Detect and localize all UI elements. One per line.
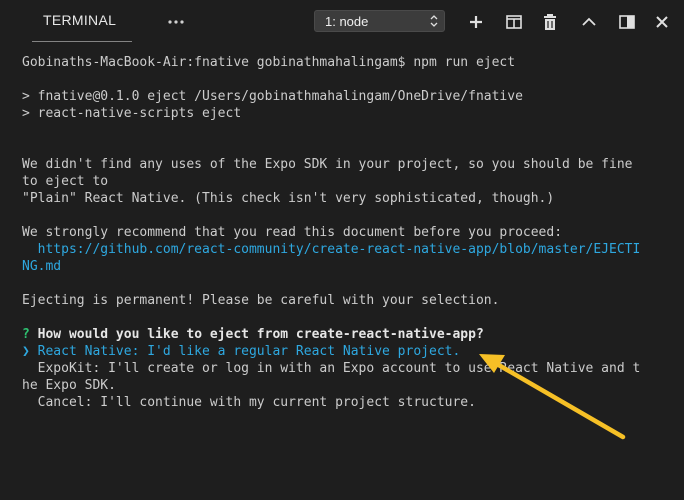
output-line: "Plain" React Native. (This check isn't … bbox=[22, 191, 555, 206]
add-icon[interactable] bbox=[467, 12, 485, 32]
tab-terminal[interactable]: TERMINAL bbox=[43, 12, 116, 28]
output-line: We didn't find any uses of the Expo SDK … bbox=[22, 157, 633, 172]
warning-line: Ejecting is permanent! Please be careful… bbox=[22, 293, 500, 308]
split-icon[interactable] bbox=[505, 12, 523, 32]
prompt-question: ? How would you like to eject from creat… bbox=[22, 326, 672, 343]
maximize-icon[interactable] bbox=[618, 12, 636, 32]
active-tab-indicator bbox=[32, 41, 132, 42]
command-line: Gobinaths-MacBook-Air:fnative gobinathma… bbox=[22, 55, 516, 70]
trash-icon[interactable] bbox=[541, 12, 559, 32]
terminal-select[interactable]: 1: node bbox=[314, 10, 445, 32]
terminal-output[interactable]: Gobinaths-MacBook-Air:fnative gobinathma… bbox=[22, 54, 672, 411]
chevron-up-icon[interactable] bbox=[580, 12, 598, 32]
output-line: to eject to bbox=[22, 174, 109, 189]
more-icon[interactable] bbox=[166, 14, 186, 30]
option-expokit-continued[interactable]: he Expo SDK. bbox=[22, 377, 672, 394]
terminal-select-value: 1: node bbox=[325, 14, 369, 29]
option-expokit[interactable]: ExpoKit: I'll create or log in with an E… bbox=[22, 360, 672, 377]
ejecting-doc-link-continued[interactable]: NG.md bbox=[22, 258, 672, 275]
panel-header: TERMINAL 1: node bbox=[0, 0, 684, 44]
output-line: > fnative@0.1.0 eject /Users/gobinathmah… bbox=[22, 89, 523, 104]
option-cancel[interactable]: Cancel: I'll continue with my current pr… bbox=[22, 394, 672, 411]
ejecting-doc-link[interactable]: https://github.com/react-community/creat… bbox=[22, 241, 672, 258]
question-text: How would you like to eject from create-… bbox=[29, 327, 484, 342]
option-react-native[interactable]: ❯ React Native: I'd like a regular React… bbox=[22, 343, 672, 360]
select-arrows-icon bbox=[430, 15, 438, 27]
output-line: We strongly recommend that you read this… bbox=[22, 225, 563, 240]
close-icon[interactable] bbox=[653, 12, 671, 32]
question-mark-icon: ? bbox=[22, 327, 30, 342]
output-line: > react-native-scripts eject bbox=[22, 106, 242, 121]
